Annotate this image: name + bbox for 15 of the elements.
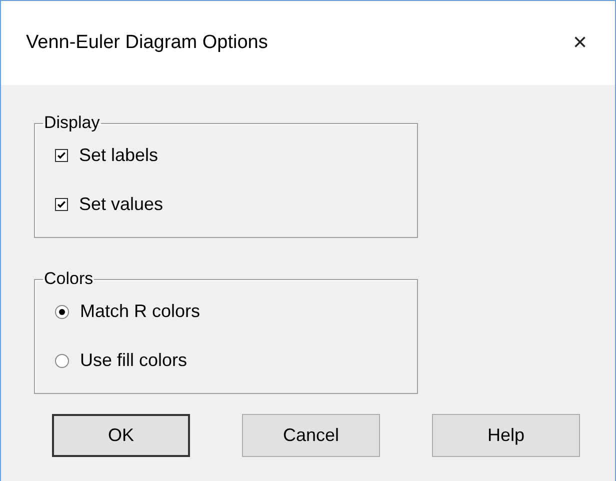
radio-label: Match R colors [80, 301, 200, 322]
dialog-button[interactable]: Help [432, 414, 580, 457]
checkbox-label: Set values [79, 194, 164, 215]
radio-button[interactable] [55, 304, 69, 318]
checkbox[interactable] [55, 198, 68, 211]
dialog-button[interactable]: OK [52, 414, 190, 457]
group-title: Display [43, 113, 101, 133]
radio-label: Use fill colors [80, 350, 188, 371]
window-title: Venn-Euler Diagram Options [26, 32, 268, 54]
group-title: Colors [43, 269, 94, 289]
close-button[interactable]: × [568, 22, 591, 64]
radio-button[interactable] [55, 354, 69, 368]
checkbox[interactable] [55, 149, 68, 162]
checkbox-label: Set labels [79, 145, 158, 166]
dialog-button[interactable]: Cancel [242, 414, 380, 457]
